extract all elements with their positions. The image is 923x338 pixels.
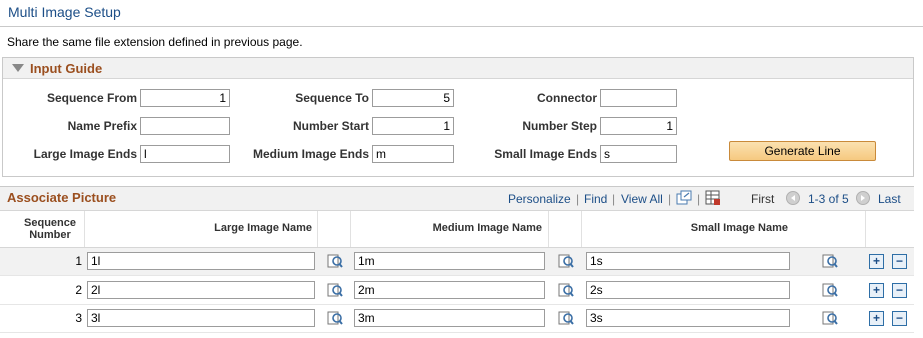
- row-sequence: 2: [75, 283, 82, 297]
- small-image-name-input[interactable]: 3s: [586, 309, 790, 327]
- input-guide-title: Input Guide: [30, 61, 103, 76]
- large-image-name-input[interactable]: 2l: [87, 281, 315, 299]
- row-sequence: 3: [75, 311, 82, 325]
- lookup-icon[interactable]: [557, 252, 575, 270]
- view-all-link[interactable]: View All: [621, 192, 663, 206]
- sequence-to-field[interactable]: 5: [372, 89, 454, 107]
- instructions-text: Share the same file extension defined in…: [7, 35, 303, 49]
- find-link[interactable]: Find: [584, 192, 607, 206]
- small-image-ends-field[interactable]: s: [600, 145, 677, 163]
- medium-image-name-input[interactable]: 2m: [354, 281, 545, 299]
- nav-separator: |: [697, 192, 701, 206]
- column-divider: [548, 211, 549, 247]
- nav-separator: |: [668, 192, 672, 206]
- delete-row-button[interactable]: −: [892, 311, 907, 326]
- large-image-ends-field[interactable]: l: [140, 145, 230, 163]
- small-image-ends-label: Small Image Ends: [494, 147, 597, 161]
- number-step-field[interactable]: 1: [600, 117, 677, 135]
- delete-row-button[interactable]: −: [892, 283, 907, 298]
- small-image-name-input[interactable]: 2s: [586, 281, 790, 299]
- download-spreadsheet-icon[interactable]: [705, 190, 721, 206]
- first-label: First: [751, 192, 775, 206]
- nav-separator: |: [612, 192, 616, 206]
- sequence-to-label: Sequence To: [295, 91, 369, 105]
- add-row-button[interactable]: +: [869, 311, 884, 326]
- next-arrow-icon[interactable]: [856, 191, 870, 205]
- sequence-number-header: Sequence Number: [24, 217, 76, 241]
- connector-label: Connector: [537, 91, 597, 105]
- medium-image-ends-field[interactable]: m: [372, 145, 454, 163]
- row-sequence: 1: [75, 254, 82, 268]
- personalize-link[interactable]: Personalize: [508, 192, 571, 206]
- name-prefix-label: Name Prefix: [67, 119, 137, 133]
- nav-separator: |: [576, 192, 580, 206]
- collapse-caret-icon[interactable]: [12, 64, 24, 72]
- sequence-from-label: Sequence From: [46, 91, 137, 105]
- large-image-name-input[interactable]: 3l: [87, 309, 315, 327]
- delete-row-button[interactable]: −: [892, 254, 907, 269]
- grid-title: Associate Picture: [7, 190, 117, 205]
- number-start-label: Number Start: [292, 119, 369, 133]
- column-divider: [84, 211, 85, 247]
- large-image-name-header: Large Image Name: [214, 222, 312, 234]
- add-row-button[interactable]: +: [869, 254, 884, 269]
- column-divider: [865, 211, 866, 247]
- column-divider: [581, 211, 582, 247]
- column-divider: [350, 211, 351, 247]
- medium-image-name-input[interactable]: 1m: [354, 252, 545, 270]
- new-window-icon[interactable]: [676, 190, 692, 206]
- input-guide-header[interactable]: Input Guide: [3, 58, 913, 79]
- generate-line-button[interactable]: Generate Line: [729, 141, 876, 161]
- add-row-button[interactable]: +: [869, 283, 884, 298]
- connector-field[interactable]: [600, 89, 677, 107]
- lookup-icon[interactable]: [326, 252, 344, 270]
- column-divider: [317, 211, 318, 247]
- row-range: 1-3 of 5: [808, 192, 849, 206]
- small-image-name-header: Small Image Name: [690, 222, 788, 234]
- last-link[interactable]: Last: [878, 192, 901, 206]
- table-row: 2 2l 2m 2s + −: [0, 277, 914, 305]
- table-row: 1 1l 1m 1s + −: [0, 248, 914, 276]
- medium-image-ends-label: Medium Image Ends: [252, 147, 369, 161]
- table-row: 3 3l 3m 3s + −: [0, 305, 914, 333]
- medium-image-name-input[interactable]: 3m: [354, 309, 545, 327]
- lookup-icon[interactable]: [326, 281, 344, 299]
- grid-header: Associate Picture Personalize | Find | V…: [0, 187, 914, 211]
- sequence-from-field[interactable]: 1: [140, 89, 230, 107]
- lookup-icon[interactable]: [821, 252, 839, 270]
- number-step-label: Number Step: [522, 119, 597, 133]
- lookup-icon[interactable]: [557, 309, 575, 327]
- previous-arrow-icon[interactable]: [786, 191, 800, 205]
- lookup-icon[interactable]: [326, 309, 344, 327]
- lookup-icon[interactable]: [821, 309, 839, 327]
- lookup-icon[interactable]: [557, 281, 575, 299]
- page-title: Multi Image Setup: [8, 4, 121, 20]
- medium-image-name-header: Medium Image Name: [432, 222, 542, 234]
- lookup-icon[interactable]: [821, 281, 839, 299]
- title-divider: [0, 26, 923, 27]
- small-image-name-input[interactable]: 1s: [586, 252, 790, 270]
- number-start-field[interactable]: 1: [372, 117, 454, 135]
- large-image-name-input[interactable]: 1l: [87, 252, 315, 270]
- large-image-ends-label: Large Image Ends: [33, 147, 137, 161]
- name-prefix-field[interactable]: [140, 117, 230, 135]
